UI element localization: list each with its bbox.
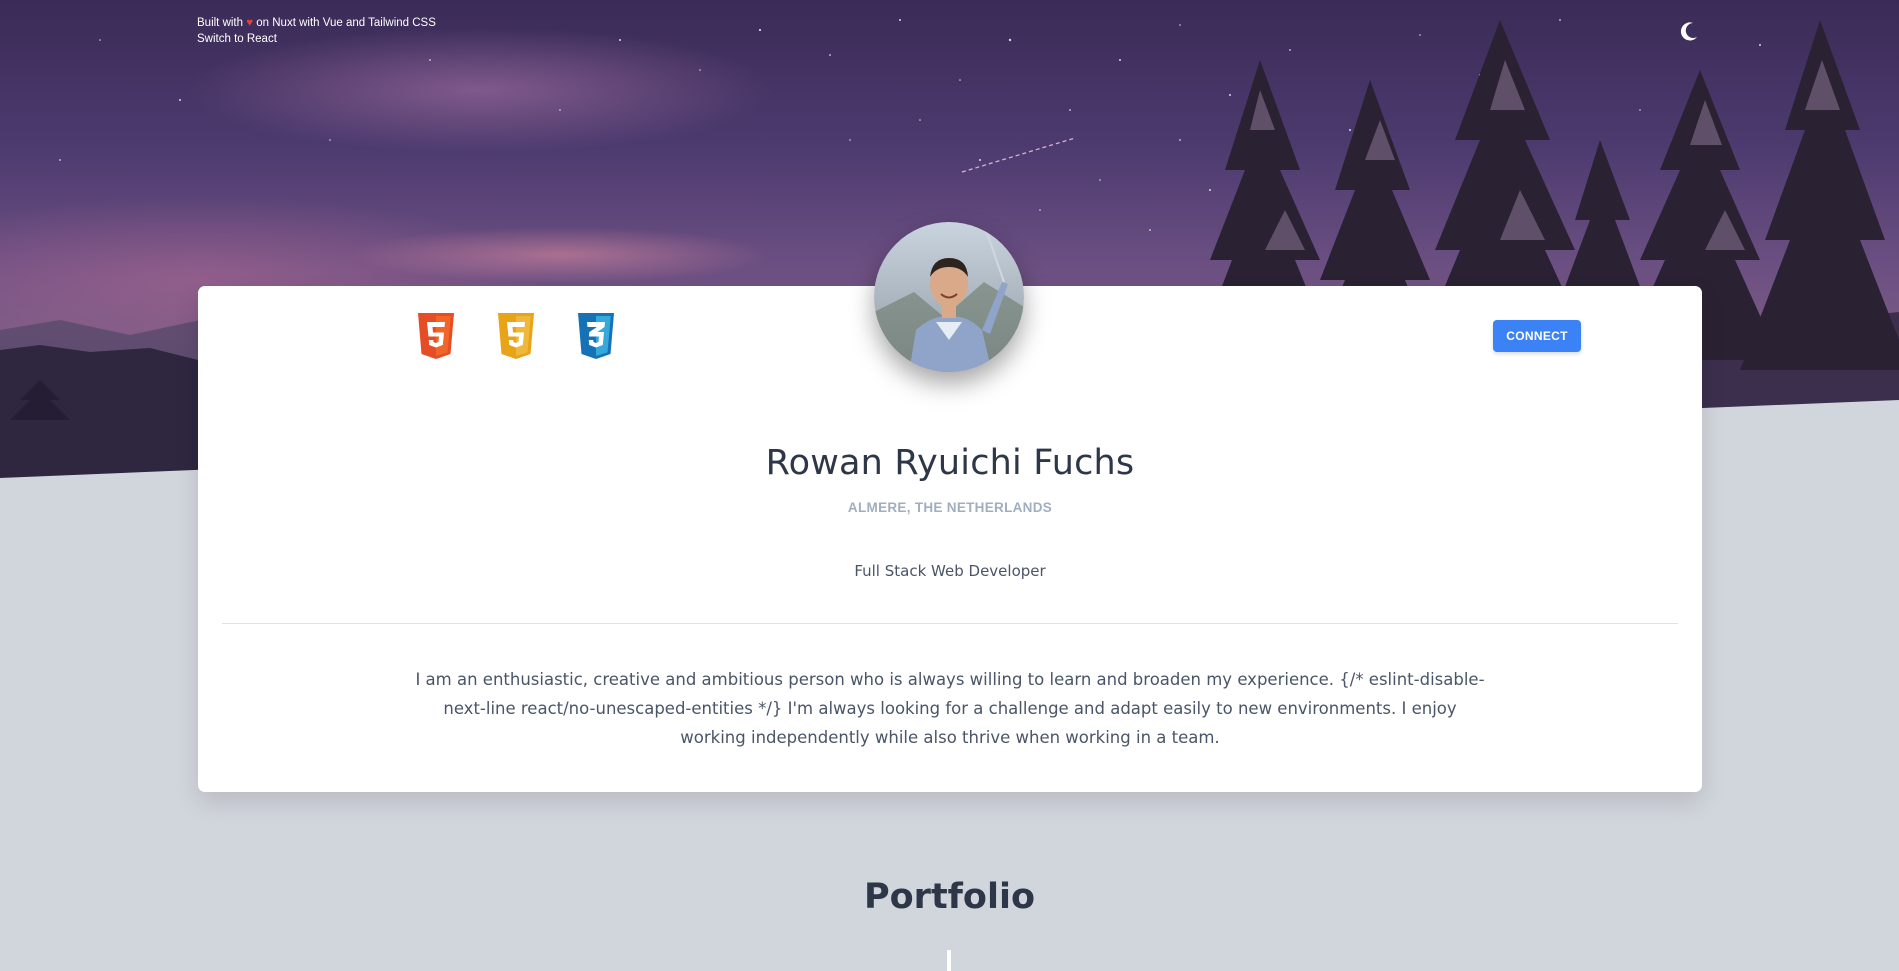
- javascript-icon: [498, 313, 534, 359]
- profile-bio: I am an enthusiastic, creative and ambit…: [415, 670, 1485, 747]
- built-with-banner: Built with ♥ on Nuxt with Vue and Tailwi…: [197, 15, 436, 47]
- profile-card: CONNECT Rowan Ryuichi Fuchs ALMERE, THE …: [198, 222, 1702, 792]
- divider: [222, 623, 1678, 624]
- tech-icons: [416, 313, 616, 359]
- built-with-suffix: on Nuxt with Vue and Tailwind CSS: [256, 17, 436, 29]
- profile-location: ALMERE, THE NETHERLANDS: [847, 500, 1053, 515]
- timeline-line: [947, 950, 951, 971]
- profile-role: Full Stack Web Developer: [854, 562, 1046, 580]
- css3-icon: [578, 313, 614, 359]
- html5-icon: [418, 313, 454, 359]
- connect-button[interactable]: CONNECT: [1493, 320, 1581, 352]
- built-with-prefix: Built with: [197, 17, 244, 29]
- heart-icon: ♥: [246, 17, 254, 29]
- page: Built with ♥ on Nuxt with Vue and Tailwi…: [0, 0, 1899, 971]
- portfolio-heading: Portfolio: [863, 877, 1035, 917]
- profile-name: Rowan Ryuichi Fuchs: [765, 443, 1135, 483]
- moon-icon[interactable]: [1676, 18, 1702, 44]
- switch-to-react-link[interactable]: Switch to React: [197, 31, 277, 47]
- avatar: [874, 222, 1024, 372]
